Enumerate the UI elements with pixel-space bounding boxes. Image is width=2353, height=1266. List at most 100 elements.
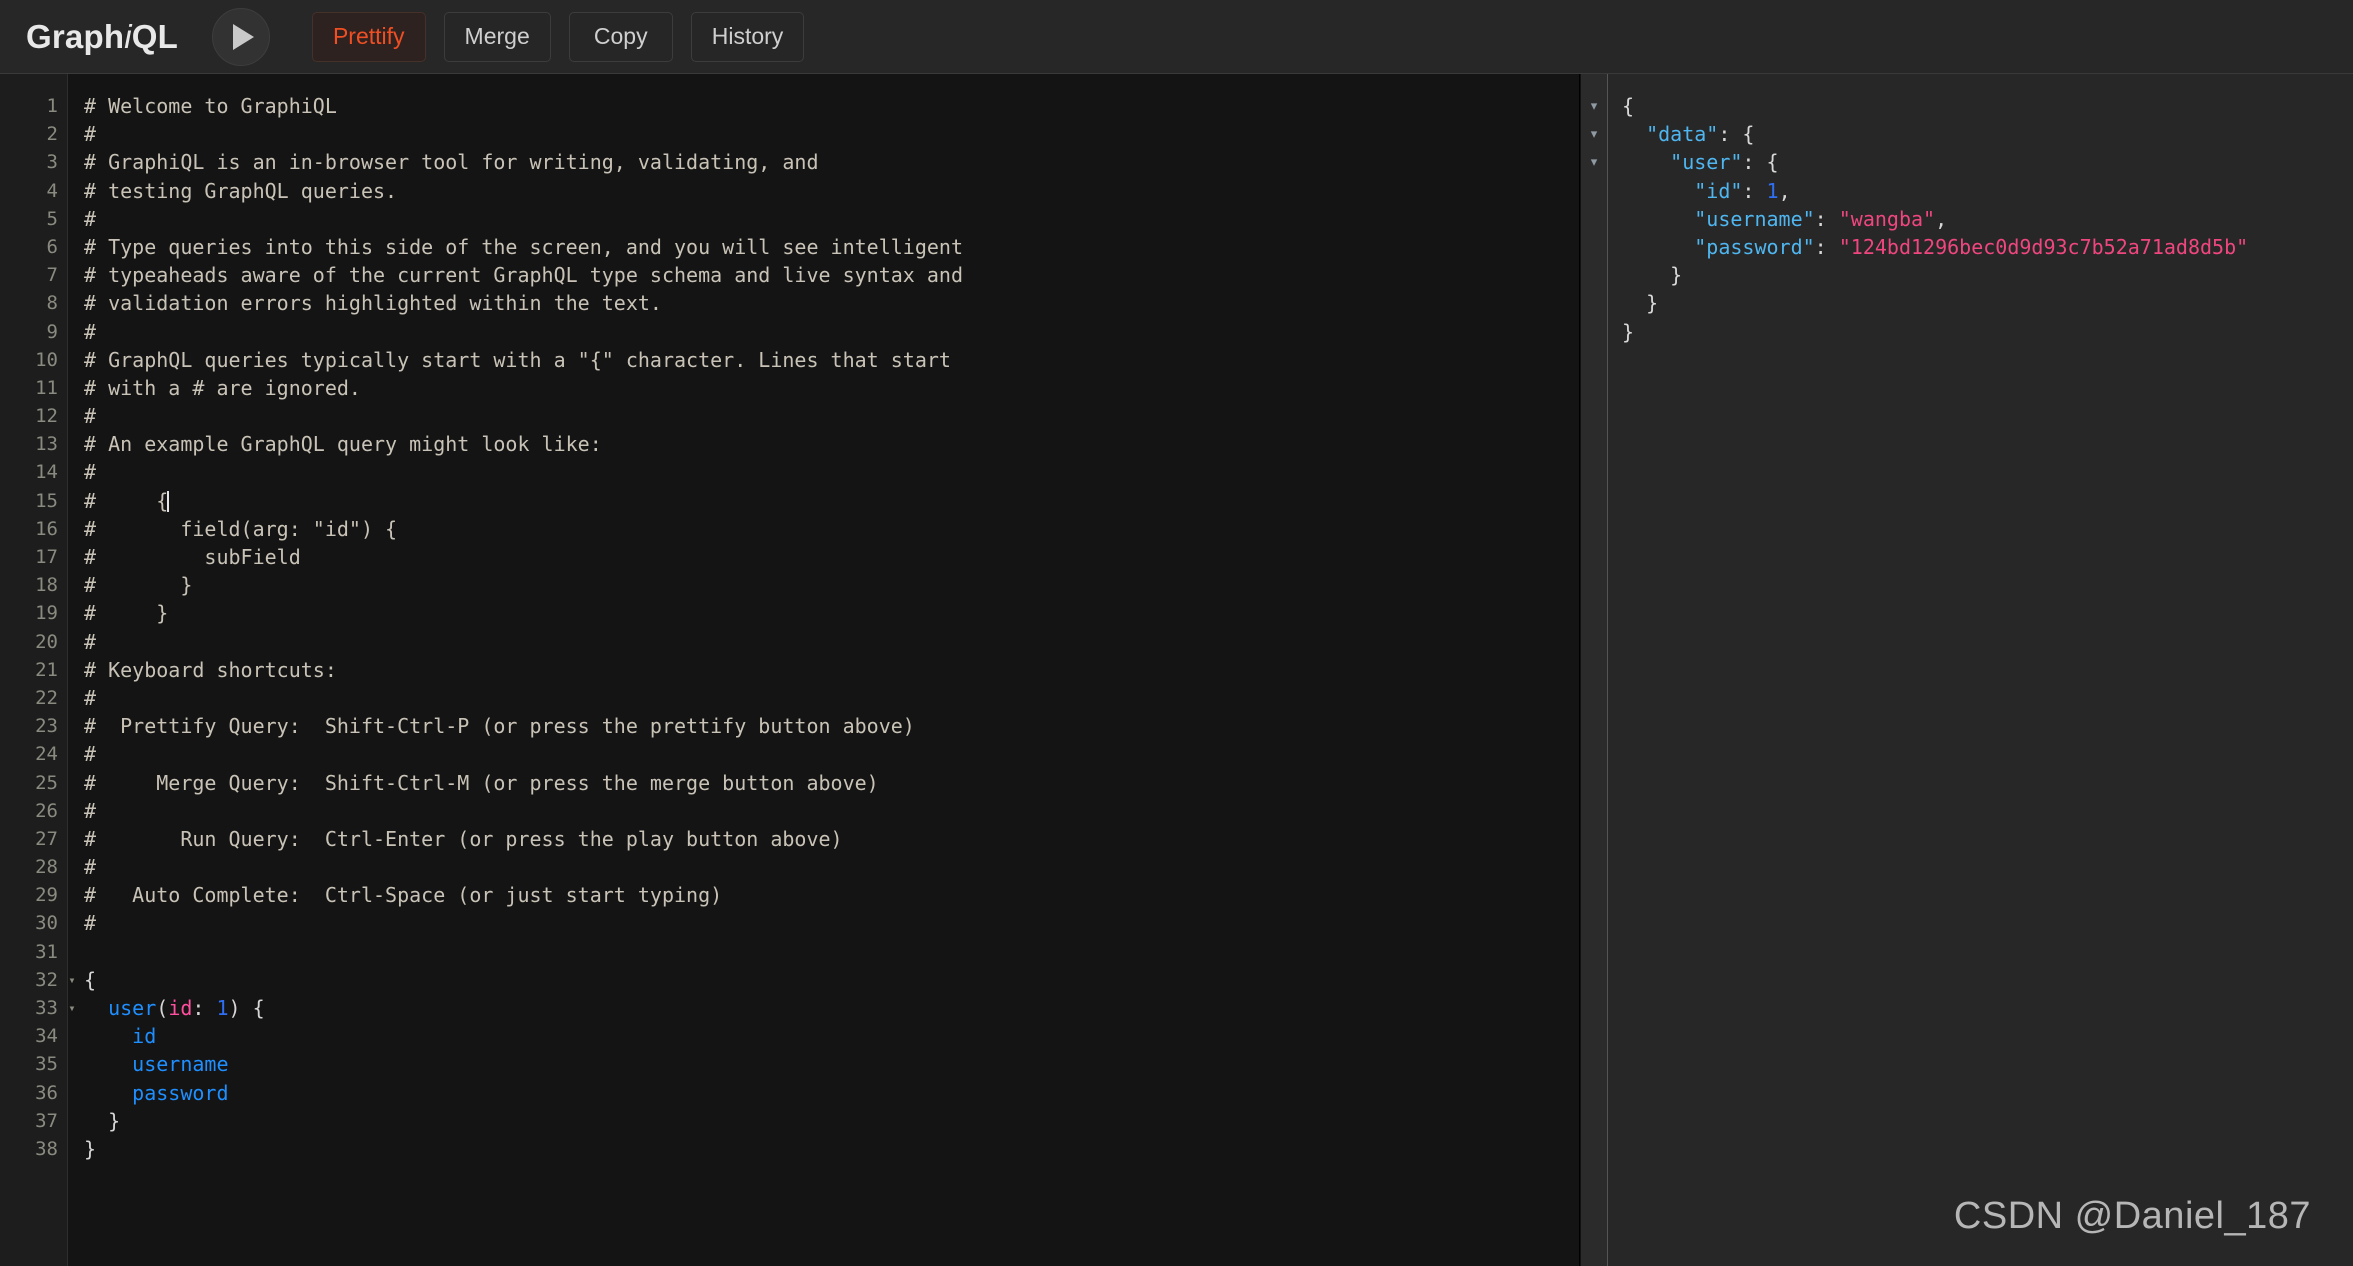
execute-query-button[interactable] bbox=[211, 7, 270, 66]
line-number: 30 bbox=[35, 912, 58, 935]
line-number: 29 bbox=[35, 884, 58, 907]
result-fold-gutter[interactable]: ▾ ▾ ▾ bbox=[1580, 74, 1608, 1266]
result-line: "username": "wangba", bbox=[1694, 206, 1948, 231]
code-line: # Merge Query: Shift-Ctrl-M (or press th… bbox=[84, 770, 879, 795]
line-number: 34 bbox=[35, 1025, 58, 1048]
code-line: # bbox=[84, 911, 97, 936]
code-line: # field(arg: "id") { bbox=[84, 516, 398, 541]
code-line: # } bbox=[84, 601, 169, 626]
line-number: 12 bbox=[35, 405, 58, 428]
line-number: 28 bbox=[35, 856, 58, 879]
editor-panes: 1 2 3 4 5 6 7 8 9 10 11 12 13 14 15 16 17 18 19 20 21 22 23 24 2… bbox=[0, 74, 2353, 1266]
brand-suffix: QL bbox=[131, 17, 178, 55]
code-line: # GraphQL queries typically start with a… bbox=[84, 347, 951, 372]
fold-rail-spacer bbox=[1581, 261, 1607, 289]
history-button[interactable]: History bbox=[690, 11, 805, 62]
graphiql-app: GraphiQL Prettify Merge Copy History 12 3… bbox=[0, 0, 2353, 1266]
code-line: # typeaheads aware of the current GraphQ… bbox=[84, 263, 963, 288]
fold-toggle-icon[interactable]: ▾ bbox=[1581, 92, 1607, 120]
code-line: username bbox=[132, 1052, 229, 1077]
line-number: 15 bbox=[35, 489, 58, 512]
line-number: 9 bbox=[46, 320, 58, 343]
result-viewer-pane: { "data": { "user": { "id": 1, "username… bbox=[1608, 74, 2353, 1266]
brand-prefix: Graph bbox=[26, 17, 125, 55]
line-number: 25 bbox=[35, 771, 58, 794]
fold-rail-spacer bbox=[1581, 289, 1607, 317]
toolbar: GraphiQL Prettify Merge Copy History bbox=[0, 0, 2353, 74]
play-icon bbox=[233, 23, 255, 50]
result-line: } bbox=[1670, 263, 1683, 288]
line-number: 5 bbox=[46, 207, 58, 230]
line-number: 20 bbox=[35, 630, 58, 653]
app-brand: GraphiQL bbox=[26, 18, 178, 56]
query-editor-pane[interactable]: 1 2 3 4 5 6 7 8 9 10 11 12 13 14 15 16 17 18 19 20 21 22 23 24 2… bbox=[0, 74, 1580, 1266]
text-cursor bbox=[167, 490, 170, 512]
code-line: # } bbox=[84, 573, 193, 598]
result-line: } bbox=[1646, 291, 1659, 316]
code-line: # bbox=[84, 206, 97, 231]
code-line: # Keyboard shortcuts: bbox=[84, 657, 337, 682]
code-line: } bbox=[84, 1136, 97, 1161]
code-line: # Welcome to GraphiQL bbox=[84, 94, 337, 118]
code-line: # bbox=[84, 629, 97, 654]
line-number: 6 bbox=[46, 235, 58, 258]
fold-toggle-icon[interactable]: ▾ bbox=[1581, 120, 1607, 148]
line-number: 13 bbox=[35, 433, 58, 456]
copy-button[interactable]: Copy bbox=[568, 11, 673, 62]
line-number: 3 bbox=[46, 151, 58, 174]
code-line: # Auto Complete: Ctrl-Space (or just sta… bbox=[84, 883, 723, 908]
line-number: 19 bbox=[35, 602, 58, 625]
line-number: 32 ▾ bbox=[0, 966, 76, 994]
code-line: # bbox=[84, 460, 97, 485]
line-number: 38 bbox=[35, 1137, 58, 1160]
line-number: 31 bbox=[35, 940, 58, 963]
code-line: # bbox=[84, 798, 97, 823]
line-number: 7 bbox=[46, 264, 58, 287]
line-number: 17 bbox=[35, 546, 58, 568]
result-line: { bbox=[1622, 94, 1635, 118]
result-line: "data": { bbox=[1646, 122, 1755, 147]
result-json: { "data": { "user": { "id": 1, "username… bbox=[1608, 74, 2353, 1266]
code-line: # testing GraphQL queries. bbox=[84, 178, 398, 203]
result-line: "id": 1, bbox=[1694, 178, 1791, 203]
fold-rail-spacer bbox=[1581, 205, 1607, 233]
line-number: 4 bbox=[46, 179, 58, 202]
code-line: # bbox=[84, 685, 97, 710]
prettify-button[interactable]: Prettify bbox=[311, 11, 426, 62]
result-line: } bbox=[1622, 319, 1635, 344]
result-line: "password": "124bd1296bec0d9d93c7b52a71a… bbox=[1694, 234, 2249, 259]
code-line: { bbox=[84, 967, 97, 992]
code-line: # Run Query: Ctrl-Enter (or press the pl… bbox=[84, 826, 843, 851]
line-number: 24 bbox=[35, 743, 58, 766]
line-number: 14 bbox=[35, 461, 58, 484]
merge-button[interactable]: Merge bbox=[443, 11, 551, 62]
line-number: 22 bbox=[35, 686, 58, 709]
query-code-area[interactable]: # Welcome to GraphiQL # # GraphiQL is an i… bbox=[68, 74, 1579, 1266]
line-number: 1 bbox=[46, 95, 58, 117]
line-number: 11 bbox=[35, 376, 58, 399]
code-line: # { bbox=[84, 488, 170, 513]
line-number-gutter: 1 2 3 4 5 6 7 8 9 10 11 12 13 14 15 16 17 18 19 20 21 22 23 24 2… bbox=[0, 74, 76, 1266]
line-number: 33 ▾ bbox=[0, 994, 76, 1022]
code-line: id bbox=[132, 1024, 157, 1049]
code-line: # bbox=[84, 122, 97, 147]
code-line: # GraphiQL is an in-browser tool for wri… bbox=[84, 150, 819, 175]
code-line: user(id: 1) { bbox=[108, 996, 265, 1020]
line-number: 35 bbox=[35, 1053, 58, 1076]
fold-rail-spacer bbox=[1581, 177, 1607, 205]
code-line: # bbox=[84, 742, 97, 767]
code-line: # bbox=[84, 855, 97, 880]
code-line: # with a # are ignored. bbox=[84, 375, 361, 400]
line-number: 8 bbox=[46, 292, 58, 315]
code-line: # An example GraphQL query might look li… bbox=[84, 432, 602, 457]
code-line: # bbox=[84, 319, 97, 344]
line-number: 37 bbox=[35, 1109, 58, 1132]
code-line: } bbox=[84, 1108, 121, 1133]
line-number: 18 bbox=[35, 574, 58, 597]
code-line: # bbox=[84, 404, 97, 429]
code-line: # Prettify Query: Shift-Ctrl-P (or press… bbox=[84, 714, 915, 739]
code-line: # Type queries into this side of the scr… bbox=[84, 234, 963, 259]
brand-italic: i bbox=[124, 17, 132, 55]
fold-toggle-icon[interactable]: ▾ bbox=[1581, 148, 1607, 176]
line-number: 26 bbox=[35, 799, 58, 822]
